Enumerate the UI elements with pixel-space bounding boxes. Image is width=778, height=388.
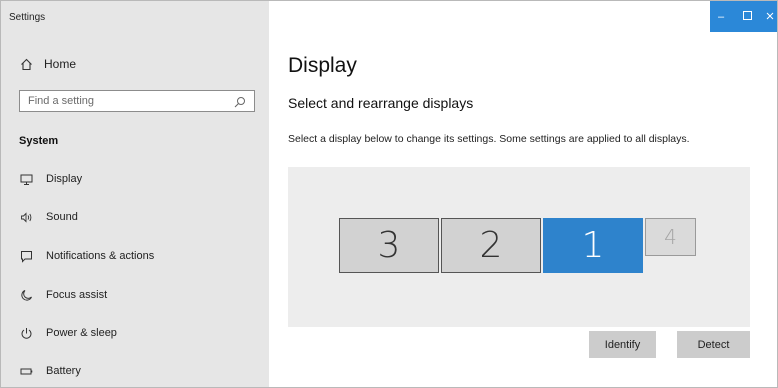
display-arrangement-area[interactable]: 3 2 1 4 <box>288 167 750 327</box>
sidebar-item-label: Power & sleep <box>46 327 117 339</box>
display-2[interactable]: 2 <box>441 218 541 273</box>
sidebar-item-label: Notifications & actions <box>46 250 155 262</box>
section-description: Select a display below to change its set… <box>288 133 690 145</box>
search-box[interactable] <box>19 90 255 112</box>
moon-icon <box>19 288 33 302</box>
home-link[interactable]: Home <box>19 57 76 71</box>
sidebar-item-power-sleep[interactable]: Power & sleep <box>19 323 117 343</box>
sidebar-item-label: Focus assist <box>46 289 108 301</box>
power-icon <box>19 326 33 340</box>
monitor-icon <box>19 172 33 186</box>
search-icon[interactable] <box>234 95 246 108</box>
home-icon <box>19 57 33 71</box>
window-title: Settings <box>9 12 46 23</box>
page-title: Display <box>288 54 357 77</box>
home-label: Home <box>44 57 77 71</box>
section-subtitle: Select and rearrange displays <box>288 95 474 111</box>
notification-icon <box>19 249 33 263</box>
sidebar-item-label: Battery <box>46 365 81 377</box>
sidebar-item-notifications[interactable]: Notifications & actions <box>19 246 154 266</box>
search-input[interactable] <box>20 91 228 111</box>
detect-button[interactable]: Detect <box>677 331 750 358</box>
identify-button[interactable]: Identify <box>589 331 656 358</box>
speaker-icon <box>19 210 33 224</box>
display-1[interactable]: 1 <box>543 218 643 273</box>
battery-icon <box>19 364 33 378</box>
sidebar-item-focus-assist[interactable]: Focus assist <box>19 285 107 305</box>
sidebar-item-sound[interactable]: Sound <box>19 207 78 227</box>
settings-window: Settings Home System Display Sound <box>0 0 778 388</box>
section-label: System <box>19 135 59 147</box>
sidebar-item-battery[interactable]: Battery <box>19 361 81 381</box>
main-content: Display Select and rearrange displays Se… <box>269 1 777 387</box>
sidebar-item-label: Display <box>46 173 83 185</box>
sidebar: Settings Home System Display Sound <box>1 1 269 387</box>
sidebar-item-label: Sound <box>46 211 78 223</box>
sidebar-item-display[interactable]: Display <box>19 169 82 189</box>
display-4[interactable]: 4 <box>645 218 696 256</box>
display-3[interactable]: 3 <box>339 218 439 273</box>
